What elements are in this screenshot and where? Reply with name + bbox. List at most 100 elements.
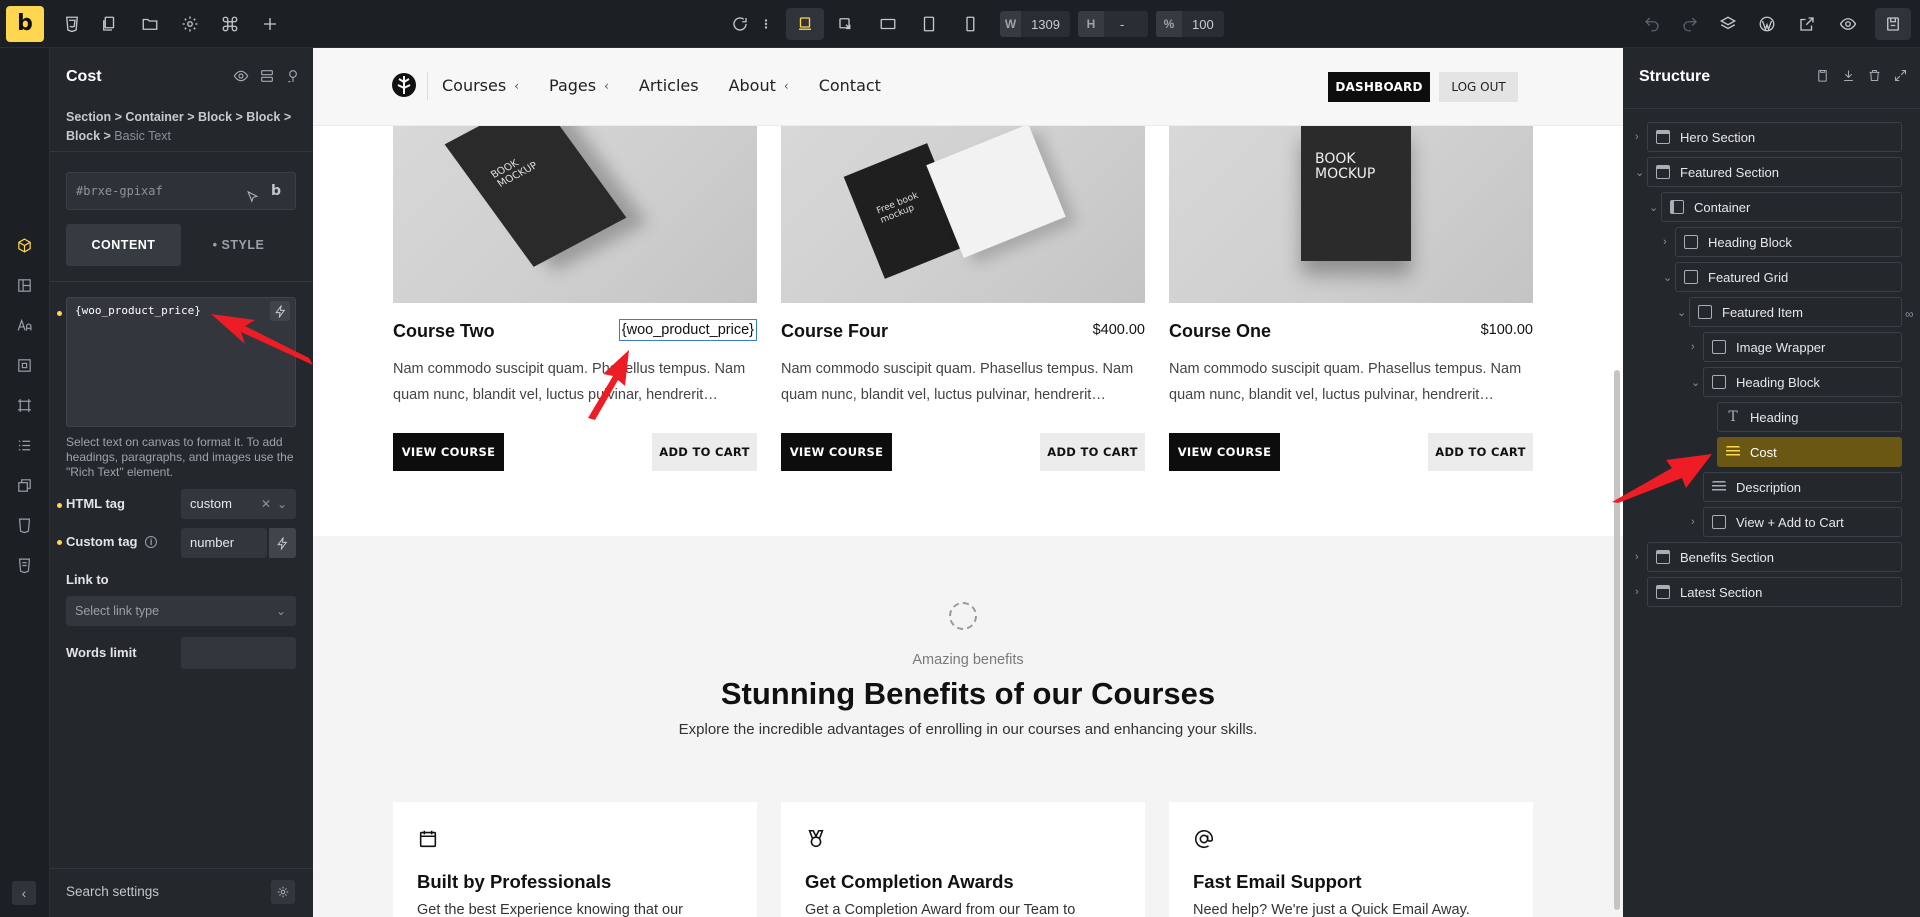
collapse-panel-button[interactable]: ‹ bbox=[12, 881, 36, 905]
structure-item-featured-grid[interactable]: Featured Grid bbox=[1675, 262, 1902, 292]
breadcrumb-block[interactable]: Block bbox=[66, 129, 100, 143]
tablet-portrait-icon[interactable] bbox=[917, 12, 941, 36]
folder-icon[interactable] bbox=[138, 12, 162, 36]
gear-icon[interactable] bbox=[271, 880, 295, 904]
logout-button[interactable]: LOG OUT bbox=[1439, 72, 1518, 102]
zoom-field[interactable]: % 100 bbox=[1156, 11, 1224, 37]
structure-item-container[interactable]: Container bbox=[1661, 192, 1902, 222]
structure-item-latest-section[interactable]: Latest Section bbox=[1647, 577, 1902, 607]
undo-icon[interactable] bbox=[1640, 12, 1664, 36]
builder-canvas[interactable]: Courses ‹ Pages ‹ Articles About ‹ Contact … bbox=[313, 48, 1623, 917]
more-vertical-icon[interactable] bbox=[760, 12, 772, 36]
refresh-icon[interactable] bbox=[728, 12, 752, 36]
typography-icon[interactable] bbox=[13, 314, 35, 336]
cursor-icon[interactable] bbox=[245, 183, 260, 219]
structure-item-featured-item[interactable]: Featured Item bbox=[1689, 297, 1902, 327]
custom-tag-input[interactable]: number bbox=[181, 528, 267, 558]
structure-item-cost[interactable]: Cost bbox=[1717, 437, 1902, 467]
download-icon[interactable] bbox=[1841, 68, 1856, 83]
tab-content[interactable]: CONTENT bbox=[66, 224, 181, 266]
chevron-right-icon[interactable]: › bbox=[1635, 551, 1639, 563]
chevron-down-icon[interactable]: ⌄ bbox=[1691, 376, 1700, 389]
words-limit-input[interactable] bbox=[181, 637, 296, 669]
add-to-cart-button[interactable]: ADD TO CART bbox=[1428, 433, 1533, 471]
command-icon[interactable] bbox=[218, 12, 242, 36]
view-course-button[interactable]: VIEW COURSE bbox=[393, 433, 504, 471]
add-to-cart-button[interactable]: ADD TO CART bbox=[652, 433, 757, 471]
layers-icon[interactable] bbox=[1716, 12, 1740, 36]
dynamic-data-icon[interactable] bbox=[269, 528, 296, 558]
height-field[interactable]: H - bbox=[1078, 11, 1148, 37]
cube-icon[interactable] bbox=[13, 234, 35, 256]
attributes-icon[interactable] bbox=[13, 554, 35, 576]
view-course-button[interactable]: VIEW COURSE bbox=[781, 433, 892, 471]
layout-icon[interactable] bbox=[13, 274, 35, 296]
dynamic-data-icon[interactable] bbox=[270, 301, 290, 321]
structure-item-featured-section[interactable]: Featured Section bbox=[1647, 157, 1902, 187]
bricks-logo[interactable]: b bbox=[6, 6, 44, 42]
redo-icon[interactable] bbox=[1678, 12, 1702, 36]
css3-icon[interactable] bbox=[60, 12, 84, 36]
leaf-logo-icon[interactable] bbox=[391, 72, 417, 98]
chevron-right-icon[interactable]: › bbox=[1663, 236, 1667, 248]
save-icon[interactable] bbox=[1875, 8, 1911, 40]
chevron-down-icon[interactable]: ⌄ bbox=[1635, 166, 1644, 179]
eye-icon[interactable] bbox=[233, 68, 249, 84]
nav-contact[interactable]: Contact bbox=[819, 76, 881, 95]
course-image[interactable]: BOOK MOCKUP bbox=[1169, 126, 1533, 303]
structure-item-view-add-to-cart[interactable]: View + Add to Cart bbox=[1703, 507, 1902, 537]
chevron-right-icon[interactable]: › bbox=[1635, 131, 1639, 143]
transform-icon[interactable] bbox=[13, 474, 35, 496]
structure-item-heading[interactable]: T Heading bbox=[1717, 402, 1902, 432]
nav-about[interactable]: About ‹ bbox=[729, 76, 789, 95]
chevron-right-icon[interactable]: › bbox=[1691, 341, 1695, 353]
canvas-scrollbar[interactable] bbox=[1614, 370, 1620, 910]
desktop-breakpoint-icon[interactable] bbox=[786, 8, 824, 40]
nav-courses[interactable]: Courses ‹ bbox=[442, 76, 519, 95]
breadcrumb-container[interactable]: Container bbox=[125, 110, 183, 124]
structure-item-heading-block[interactable]: Heading Block bbox=[1675, 227, 1902, 257]
element-id-field[interactable]: #brxe-gpixaf b bbox=[66, 172, 296, 210]
preview-eye-icon[interactable] bbox=[1836, 12, 1860, 36]
course-price[interactable]: {woo_product_price} bbox=[618, 319, 757, 341]
text-content-textarea[interactable]: {woo_product_price} bbox=[66, 297, 296, 427]
info-icon[interactable]: i bbox=[145, 536, 158, 548]
width-field[interactable]: W 1309 bbox=[1000, 11, 1070, 37]
gear-icon[interactable] bbox=[178, 12, 202, 36]
trash-icon[interactable] bbox=[1867, 68, 1882, 83]
wordpress-icon[interactable] bbox=[1755, 12, 1779, 36]
bricks-class-icon[interactable]: b bbox=[271, 173, 281, 209]
laptop-breakpoint-icon[interactable] bbox=[834, 12, 858, 36]
nav-pages[interactable]: Pages ‹ bbox=[549, 76, 609, 95]
tab-style[interactable]: • STYLE bbox=[181, 224, 296, 266]
course-image[interactable]: Free book mockup bbox=[781, 126, 1145, 303]
chevron-right-icon[interactable]: › bbox=[1691, 516, 1695, 528]
css-code-icon[interactable] bbox=[13, 514, 35, 536]
add-icon[interactable] bbox=[258, 12, 282, 36]
course-image[interactable]: BOOK MOCKUP bbox=[393, 126, 757, 303]
chevron-down-icon[interactable]: ⌄ bbox=[1663, 271, 1672, 284]
clipboard-icon[interactable] bbox=[1815, 68, 1830, 83]
breadcrumb-block[interactable]: Block bbox=[198, 110, 232, 124]
list-icon[interactable] bbox=[13, 434, 35, 456]
border-icon[interactable] bbox=[13, 394, 35, 416]
external-link-icon[interactable] bbox=[1795, 12, 1819, 36]
structure-item-heading-block-inner[interactable]: Heading Block bbox=[1703, 367, 1902, 397]
structure-item-description[interactable]: Description bbox=[1703, 472, 1902, 502]
link-type-select[interactable]: Select link type ⌄ bbox=[66, 596, 296, 626]
search-settings-input[interactable]: Search settings bbox=[66, 884, 159, 899]
chevron-down-icon[interactable]: ⌄ bbox=[1677, 306, 1686, 319]
view-course-button[interactable]: VIEW COURSE bbox=[1169, 433, 1280, 471]
nav-articles[interactable]: Articles bbox=[639, 76, 699, 95]
structure-item-benefits-section[interactable]: Benefits Section bbox=[1647, 542, 1902, 572]
chevron-down-icon[interactable]: ⌄ bbox=[1649, 201, 1658, 214]
spacing-icon[interactable] bbox=[13, 354, 35, 376]
clear-icon[interactable]: ✕ bbox=[261, 489, 271, 519]
global-class-icon[interactable] bbox=[259, 68, 275, 84]
pin-icon[interactable] bbox=[285, 68, 301, 84]
link-icon[interactable]: ∞ bbox=[1905, 307, 1914, 321]
pages-icon[interactable] bbox=[97, 12, 121, 36]
expand-icon[interactable] bbox=[1893, 68, 1908, 83]
html-tag-select[interactable]: custom ✕ ⌄ bbox=[181, 489, 296, 519]
mobile-icon[interactable] bbox=[958, 12, 982, 36]
